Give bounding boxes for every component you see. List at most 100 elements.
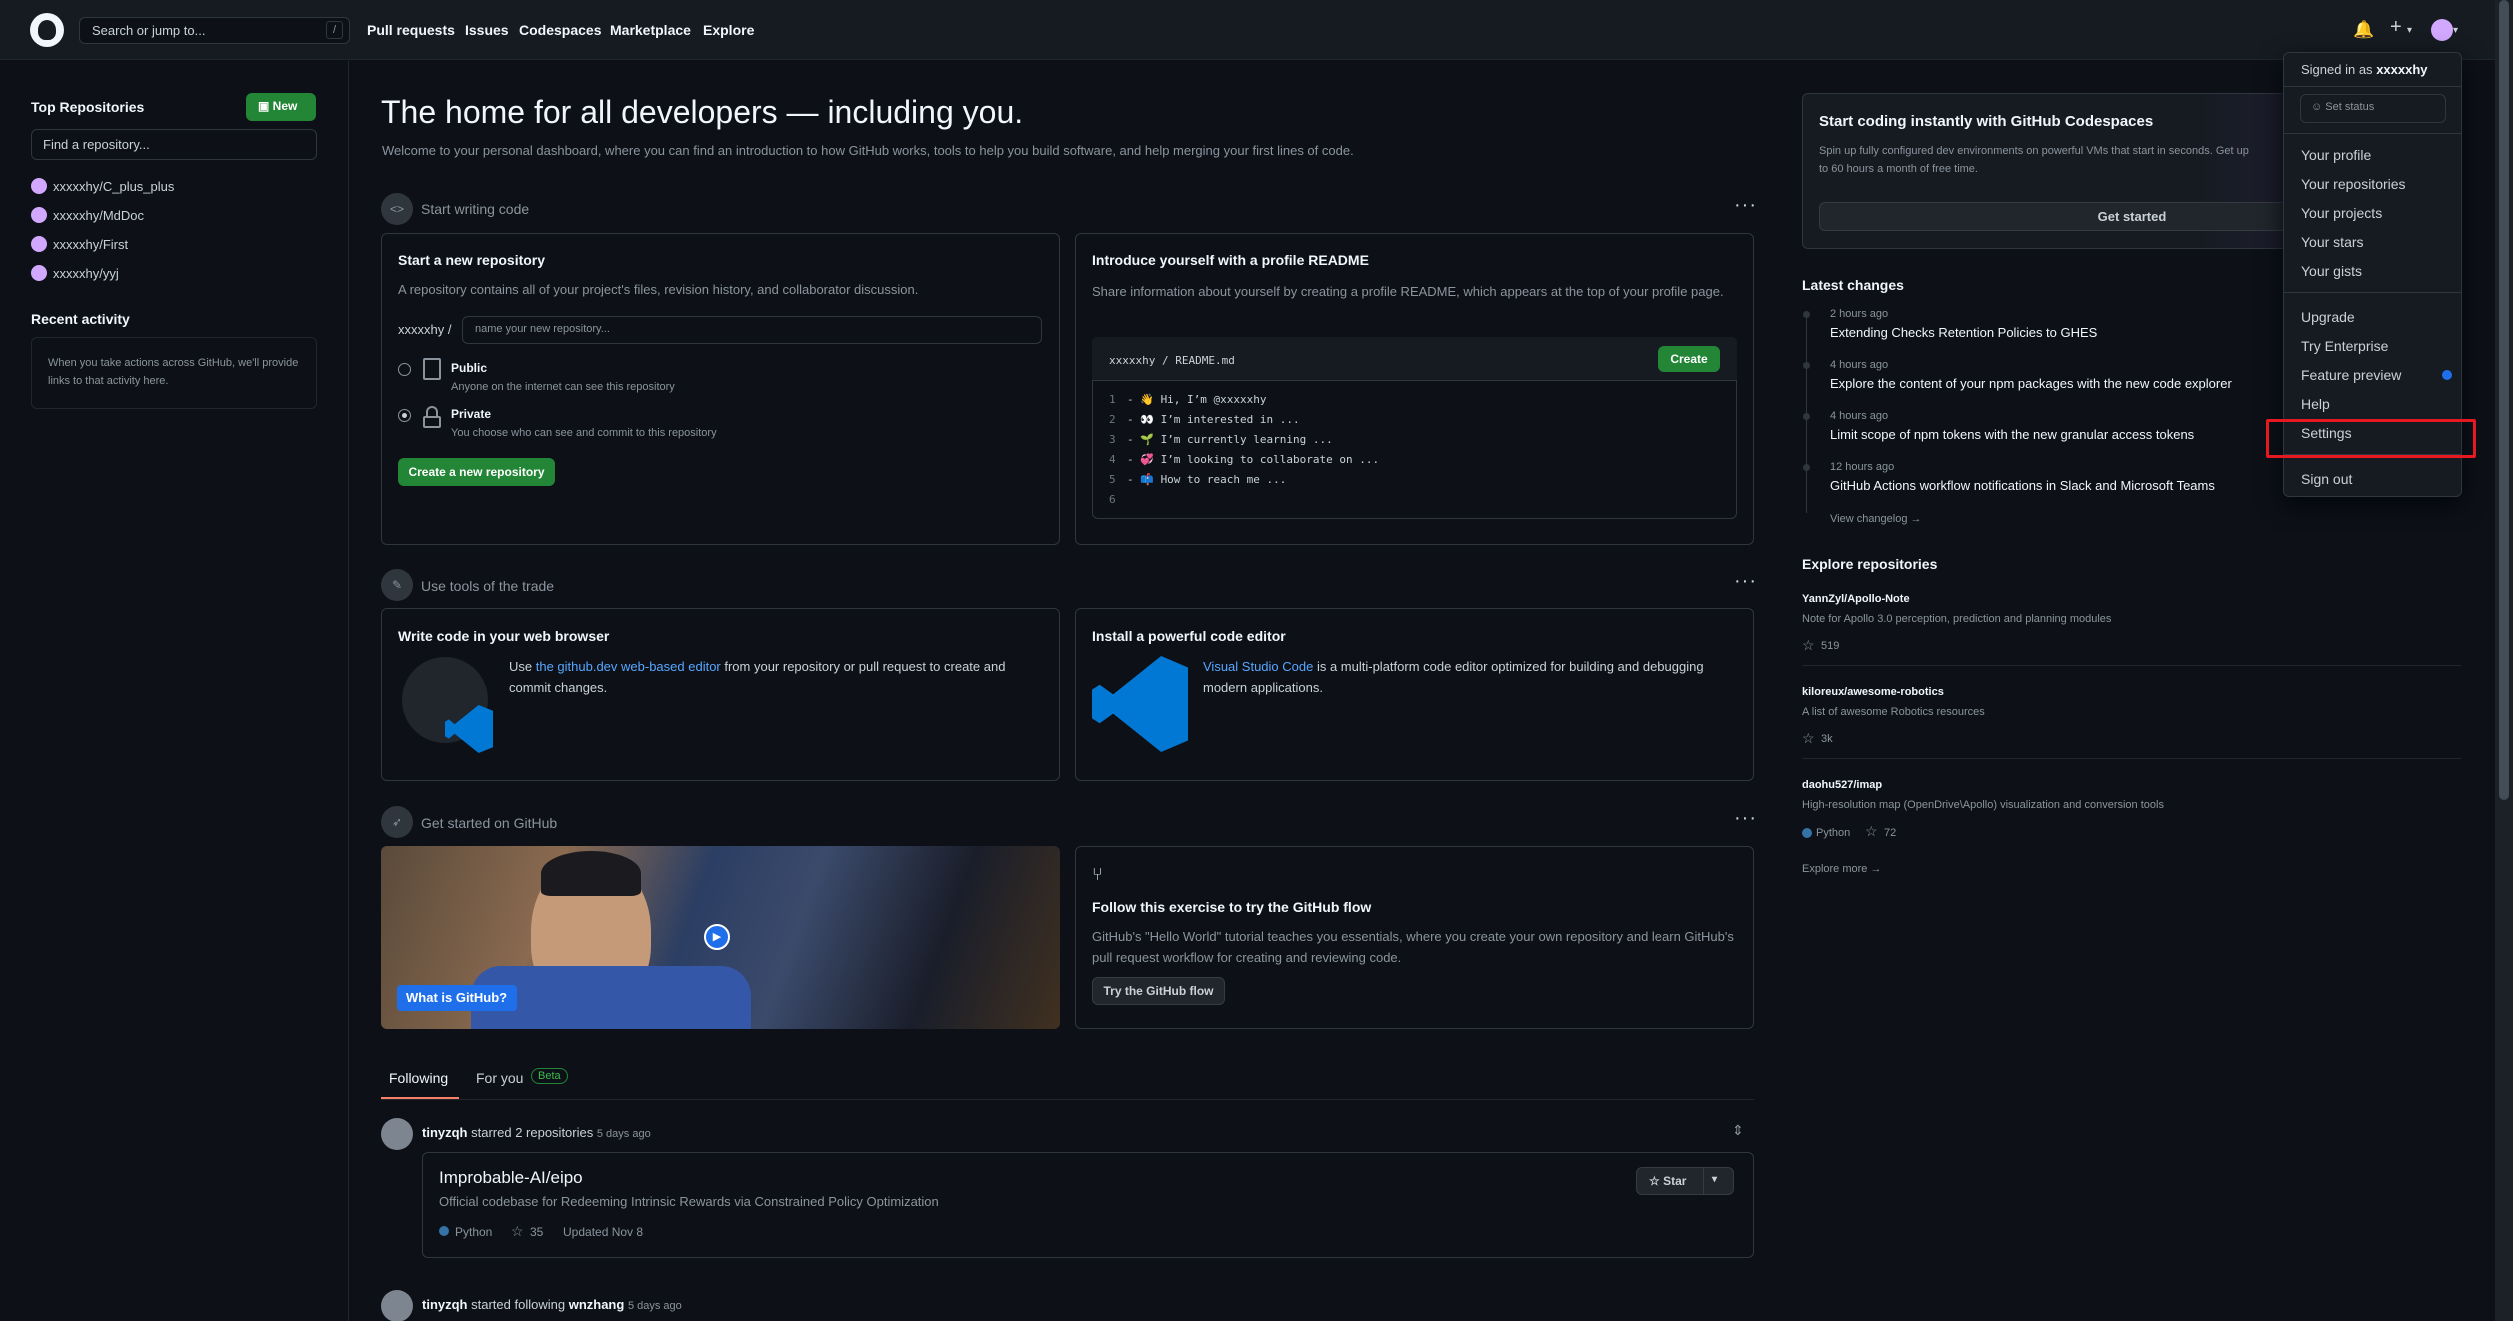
changelog-item[interactable]: 2 hours ago Extending Checks Retention Po…: [1830, 308, 2097, 340]
explore-repo-stars: 3k: [1821, 733, 1833, 745]
kebab-menu-icon[interactable]: ···: [1734, 194, 1757, 217]
feed-item-header: tinyzqh started following wnzhang 5 days…: [422, 1297, 682, 1312]
menu-item-your-profile[interactable]: Your profile: [2301, 147, 2371, 163]
repo-link[interactable]: Improbable-AI/eipo: [439, 1168, 583, 1188]
find-repository-input[interactable]: Find a repository...: [31, 129, 317, 160]
explore-repo-desc: A list of awesome Robotics resources: [1802, 706, 1985, 718]
recent-activity-box: When you take actions across GitHub, we'…: [31, 337, 317, 409]
avatar[interactable]: [381, 1290, 413, 1321]
divider: [1802, 665, 2461, 666]
menu-item-help[interactable]: Help: [2301, 396, 2330, 412]
plus-icon[interactable]: +: [2390, 16, 2402, 39]
menu-item-your-stars[interactable]: Your stars: [2301, 234, 2364, 250]
timeline-bullet: [1803, 464, 1810, 471]
vscode-link[interactable]: Visual Studio Code: [1203, 659, 1313, 674]
chevron-down-icon[interactable]: ▾: [1712, 1174, 1717, 1185]
timeline-bullet: [1803, 413, 1810, 420]
nav-issues[interactable]: Issues: [465, 22, 509, 38]
menu-item-try-enterprise[interactable]: Try Enterprise: [2301, 338, 2388, 354]
feed-user-link[interactable]: tinyzqh: [422, 1125, 468, 1140]
changelog-item[interactable]: 4 hours ago Explore the content of your n…: [1830, 359, 2232, 391]
card-desc: GitHub's "Hello World" tutorial teaches …: [1092, 929, 1734, 965]
code-line: 4- 💞️ I’m looking to collaborate on ...: [1109, 453, 1380, 466]
nav-explore[interactable]: Explore: [703, 22, 754, 38]
set-status-button[interactable]: ☺ Set status: [2300, 94, 2446, 123]
kebab-menu-icon[interactable]: ···: [1734, 807, 1757, 830]
create-readme-button[interactable]: Create: [1658, 346, 1720, 372]
signed-in-as: Signed in as xxxxxhy: [2301, 62, 2428, 77]
chevron-down-icon[interactable]: ▾: [2407, 25, 2412, 36]
timeline-bullet: [1803, 311, 1810, 318]
explore-repositories-title: Explore repositories: [1802, 556, 1938, 572]
sidebar-repo-link[interactable]: xxxxxhy/yyj: [31, 265, 119, 285]
search-input[interactable]: Search or jump to...: [79, 17, 350, 44]
public-desc: Anyone on the internet can see this repo…: [451, 381, 675, 393]
play-icon[interactable]: ▶: [704, 924, 730, 950]
new-repo-button[interactable]: ▣ New: [246, 93, 316, 121]
nav-pull-requests[interactable]: Pull requests: [367, 22, 455, 38]
feed-user-link[interactable]: tinyzqh: [422, 1297, 468, 1312]
public-radio[interactable]: [398, 363, 411, 376]
star-icon: ☆: [1802, 637, 1815, 653]
menu-item-your-repositories[interactable]: Your repositories: [2301, 176, 2406, 192]
changelog-item[interactable]: 12 hours ago GitHub Actions workflow noti…: [1830, 461, 2215, 493]
sidebar-repo-link[interactable]: xxxxxhy/MdDoc: [31, 207, 144, 227]
create-repository-button[interactable]: Create a new repository: [398, 458, 555, 486]
tab-for-you[interactable]: For you: [476, 1070, 523, 1086]
explore-repo-link[interactable]: daohu527/imap: [1802, 779, 1882, 791]
tab-underline: [381, 1097, 459, 1099]
menu-item-feature-preview[interactable]: Feature preview: [2301, 367, 2401, 383]
repo-icon: [423, 358, 441, 380]
try-github-flow-button[interactable]: Try the GitHub flow: [1092, 977, 1225, 1005]
nav-marketplace[interactable]: Marketplace: [610, 22, 691, 38]
avatar: [31, 236, 47, 252]
kebab-menu-icon[interactable]: ···: [1734, 570, 1757, 593]
card-title: Introduce yourself with a profile README: [1092, 252, 1369, 268]
video-label[interactable]: What is GitHub?: [397, 985, 517, 1011]
bell-icon[interactable]: 🔔: [2353, 20, 2374, 40]
avatar[interactable]: [381, 1118, 413, 1150]
section-title: Start writing code: [421, 201, 530, 217]
card-desc: Use the github.dev web-based editor from…: [509, 659, 1006, 695]
divider: [2284, 292, 2461, 293]
github-logo-icon[interactable]: [30, 13, 64, 47]
promo-title: Start coding instantly with GitHub Codes…: [1819, 113, 2154, 130]
sidebar-repo-link[interactable]: xxxxxhy/First: [31, 236, 128, 256]
repo-name-input[interactable]: name your new repository...: [462, 316, 1042, 344]
nav-codespaces[interactable]: Codespaces: [519, 22, 601, 38]
sidebar-repo-link[interactable]: xxxxxhy/C_plus_plus: [31, 178, 174, 198]
explore-repo-link[interactable]: kiloreux/awesome-robotics: [1802, 686, 1944, 698]
feed-target-link[interactable]: wnzhang: [569, 1297, 625, 1312]
divider: [2284, 86, 2461, 87]
explore-repo-link[interactable]: YannZyl/Apollo-Note: [1802, 593, 1910, 605]
repo-owner: xxxxxhy /: [398, 322, 452, 337]
repo-stars[interactable]: 35: [530, 1225, 543, 1239]
tab-following[interactable]: Following: [389, 1070, 448, 1086]
github-dev-link[interactable]: the github.dev web-based editor: [536, 659, 721, 674]
repo-desc: Official codebase for Redeeming Intrinsi…: [439, 1194, 939, 1209]
chevron-down-icon[interactable]: ▾: [2453, 25, 2458, 36]
card-desc: A repository contains all of your projec…: [398, 282, 919, 297]
tabs-divider: [381, 1099, 1754, 1100]
menu-item-upgrade[interactable]: Upgrade: [2301, 309, 2355, 325]
search-shortcut-key: /: [326, 21, 343, 39]
menu-item-your-projects[interactable]: Your projects: [2301, 205, 2382, 221]
scrollbar-thumb[interactable]: [2499, 0, 2509, 800]
explore-repo-stars: 72: [1884, 827, 1897, 839]
menu-item-your-gists[interactable]: Your gists: [2301, 263, 2362, 279]
star-button[interactable]: ☆ Star: [1649, 1174, 1686, 1188]
avatar[interactable]: [2431, 19, 2453, 41]
card-title: Follow this exercise to try the GitHub f…: [1092, 899, 1372, 915]
private-radio[interactable]: [398, 409, 411, 422]
code-line: 6: [1109, 493, 1116, 506]
changelog-item[interactable]: 4 hours ago Limit scope of npm tokens wit…: [1830, 410, 2194, 442]
card-desc: Share information about yourself by crea…: [1092, 284, 1724, 299]
promo-desc: Spin up fully configured dev environment…: [1819, 145, 2249, 175]
menu-item-sign-out[interactable]: Sign out: [2301, 471, 2352, 487]
top-repositories-title: Top Repositories: [31, 99, 145, 115]
person-hair: [541, 851, 641, 896]
unfold-icon[interactable]: ⇕: [1732, 1122, 1744, 1139]
explore-more-link[interactable]: Explore more →: [1802, 863, 1881, 875]
view-changelog-link[interactable]: View changelog →: [1830, 513, 1922, 525]
card-title: Write code in your web browser: [398, 628, 610, 644]
